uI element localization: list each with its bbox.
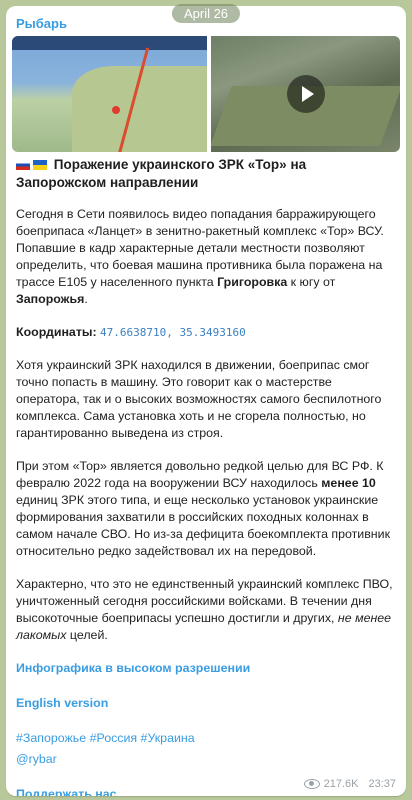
- channel-handle-link[interactable]: @rybar: [16, 751, 398, 768]
- eye-icon: [303, 779, 320, 789]
- paragraph-4: Характерно, что это не единственный укра…: [16, 577, 393, 642]
- message-time: 23:37: [368, 778, 396, 790]
- location-pin-icon: [112, 106, 120, 114]
- coordinates: Координаты: 47.6638710, 35.3493160: [16, 325, 246, 339]
- ukraine-flag-icon: [33, 160, 47, 171]
- message-content: Поражение украинского ЗРК «Тор» на Запор…: [16, 156, 398, 796]
- infographic-map-image[interactable]: [12, 36, 207, 152]
- paragraph-3: При этом «Тор» является довольно редкой …: [16, 459, 390, 558]
- date-badge: April 26: [171, 4, 241, 23]
- infographic-link[interactable]: Инфографика в высоком разрешении: [16, 660, 398, 677]
- channel-name[interactable]: Рыбарь: [16, 16, 67, 31]
- english-version-link[interactable]: English version: [16, 695, 398, 712]
- video-thumbnail[interactable]: [211, 36, 400, 152]
- coordinates-value[interactable]: 47.6638710, 35.3493160: [100, 326, 246, 339]
- paragraph-2: Хотя украинский ЗРК находился в движении…: [16, 358, 382, 440]
- paragraph-1: Сегодня в Сети появилось видео попадания…: [16, 207, 384, 306]
- play-icon[interactable]: [286, 75, 325, 113]
- message-meta: 217.6K 23:37: [303, 778, 396, 790]
- message-bubble: Рыбарь Поражение украинского ЗРК «Тор» н…: [6, 6, 406, 796]
- view-count: 217.6K: [323, 778, 359, 790]
- post-title: Поражение украинского ЗРК «Тор» на Запор…: [16, 157, 307, 190]
- media-group: [12, 36, 400, 152]
- hashtags[interactable]: #Запорожье #Россия #Украина: [16, 730, 398, 747]
- russia-flag-icon: [16, 160, 30, 171]
